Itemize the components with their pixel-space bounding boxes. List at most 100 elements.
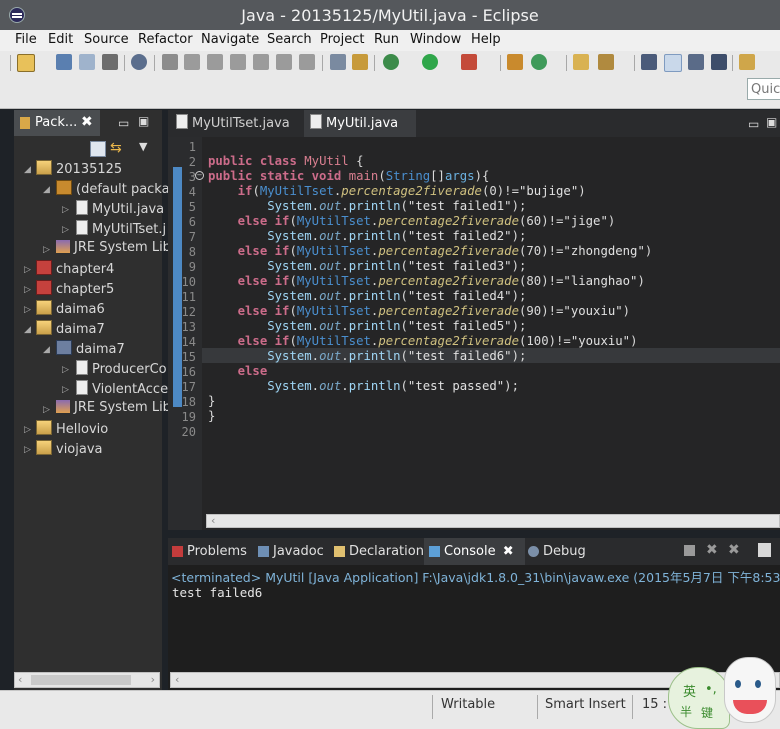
menu-edit[interactable]: Edit: [48, 32, 73, 47]
tree-item-project[interactable]: 20135125: [36, 160, 122, 180]
print-icon[interactable]: [102, 54, 118, 70]
tree-item-java-file[interactable]: ProducerCo: [76, 360, 167, 380]
ime-punct-icon[interactable]: •,: [705, 682, 717, 697]
tree-item-project[interactable]: chapter5: [36, 280, 114, 300]
mark-occurrences-icon[interactable]: [664, 54, 682, 72]
skip-breakpoints-icon[interactable]: [131, 54, 147, 70]
expand-twisty-icon[interactable]: ▷: [43, 245, 50, 255]
ime-width-label[interactable]: 半: [680, 703, 692, 720]
tree-item-java-file[interactable]: MyUtil.java: [76, 200, 164, 220]
expand-twisty-icon[interactable]: ▷: [24, 285, 31, 295]
drop-to-frame-icon[interactable]: [330, 54, 346, 70]
step-into-icon[interactable]: [253, 54, 269, 70]
link-editor-icon[interactable]: ⇆: [110, 140, 126, 156]
code-editor[interactable]: − 1 2 3 4 5 6 7 8 9 10 11 12 13 14 15 16…: [168, 137, 780, 530]
toggle-breadcrumb-icon[interactable]: [641, 54, 657, 70]
scroll-left-icon[interactable]: ‹: [211, 514, 215, 527]
menu-help[interactable]: Help: [471, 32, 501, 47]
annotation-icon[interactable]: [739, 54, 755, 70]
fold-icon[interactable]: −: [195, 171, 204, 180]
scroll-left-icon[interactable]: ‹: [18, 673, 22, 686]
use-step-filters-icon[interactable]: [352, 54, 368, 70]
terminate-icon[interactable]: [684, 545, 695, 556]
expand-twisty-icon[interactable]: ▷: [24, 445, 31, 455]
view-menu-icon[interactable]: ▼: [139, 140, 147, 153]
open-type-icon[interactable]: [573, 54, 589, 70]
run-icon[interactable]: [422, 54, 438, 70]
step-return-icon[interactable]: [299, 54, 315, 70]
close-icon[interactable]: ✖: [503, 544, 514, 559]
tree-item-project[interactable]: Hellovio: [36, 420, 108, 440]
package-explorer-scrollbar[interactable]: ‹ ›: [14, 672, 160, 688]
save-all-icon[interactable]: [79, 54, 95, 70]
expand-twisty-icon[interactable]: ▷: [43, 405, 50, 415]
expand-twisty-icon[interactable]: ▷: [62, 225, 69, 235]
block-selection-icon[interactable]: [688, 54, 704, 70]
tree-item-library[interactable]: JRE System Lib: [56, 400, 171, 420]
expand-twisty-icon[interactable]: ◢: [43, 185, 50, 195]
new-icon[interactable]: [17, 54, 35, 72]
scroll-left-icon[interactable]: ‹: [175, 673, 179, 686]
tab-myutil-java[interactable]: MyUtil.java ✖: [304, 110, 416, 158]
tab-console[interactable]: Console ✖: [424, 538, 525, 565]
new-package-icon[interactable]: [507, 54, 523, 70]
maximize-icon[interactable]: ▣: [766, 115, 777, 129]
tree-item-java-file[interactable]: ViolentAcce: [76, 380, 168, 400]
minimize-icon[interactable]: ▭: [118, 116, 129, 130]
menu-window[interactable]: Window: [410, 32, 461, 47]
tree-item-project[interactable]: viojava: [36, 440, 103, 460]
clear-console-icon[interactable]: [758, 543, 771, 557]
ime-mode-label[interactable]: 英: [683, 681, 696, 700]
collapse-all-icon[interactable]: [90, 141, 106, 157]
expand-twisty-icon[interactable]: ◢: [43, 345, 50, 355]
tree-item-package[interactable]: daima7: [56, 340, 125, 360]
tab-debug[interactable]: Debug: [528, 538, 586, 565]
ime-toolbar[interactable]: 英 •, 半 键: [660, 655, 780, 729]
menu-refactor[interactable]: Refactor: [138, 32, 193, 47]
suspend-icon[interactable]: [184, 54, 200, 70]
search-icon[interactable]: [598, 54, 614, 70]
scrollbar-thumb[interactable]: [31, 675, 131, 685]
show-whitespace-icon[interactable]: [711, 54, 727, 70]
expand-twisty-icon[interactable]: ▷: [24, 305, 31, 315]
expand-twisty-icon[interactable]: ▷: [62, 385, 69, 395]
remove-launch-icon[interactable]: ✖: [706, 542, 718, 558]
disconnect-icon[interactable]: [230, 54, 246, 70]
expand-twisty-icon[interactable]: ▷: [24, 265, 31, 275]
tree-item-project[interactable]: daima6: [36, 300, 105, 320]
ime-keyboard-label[interactable]: 键: [701, 704, 713, 721]
minimize-icon[interactable]: ▭: [748, 117, 759, 131]
expand-twisty-icon[interactable]: ◢: [24, 165, 31, 175]
menu-project[interactable]: Project: [320, 32, 364, 47]
tree-item-project[interactable]: daima7: [36, 320, 105, 340]
close-icon[interactable]: ✖: [81, 114, 93, 130]
quick-access-input[interactable]: Quick: [747, 78, 780, 100]
tree-item-library[interactable]: JRE System Lib: [56, 240, 171, 260]
menu-file[interactable]: File: [15, 32, 37, 47]
tab-declaration[interactable]: Declaration: [334, 538, 424, 565]
debug-run-icon[interactable]: [383, 54, 399, 70]
tree-item-java-file[interactable]: MyUtilTset.j: [76, 220, 166, 240]
resume-icon[interactable]: [162, 54, 178, 70]
expand-twisty-icon[interactable]: ▷: [62, 365, 69, 375]
terminate-icon[interactable]: [207, 54, 223, 70]
tab-problems[interactable]: Problems: [172, 538, 247, 565]
ime-panel[interactable]: 英 •, 半 键: [668, 667, 730, 729]
menu-search[interactable]: Search: [267, 32, 312, 47]
remove-all-icon[interactable]: ✖: [728, 542, 740, 558]
expand-twisty-icon[interactable]: ▷: [62, 205, 69, 215]
menu-source[interactable]: Source: [84, 32, 129, 47]
tree-item-project[interactable]: chapter4: [36, 260, 114, 280]
save-icon[interactable]: [56, 54, 72, 70]
tab-javadoc[interactable]: Javadoc: [258, 538, 324, 565]
scroll-right-icon[interactable]: ›: [151, 673, 155, 686]
expand-twisty-icon[interactable]: ▷: [24, 425, 31, 435]
tab-myutiltset-java[interactable]: MyUtilTset.java: [174, 110, 304, 137]
tree-item-package[interactable]: (default packa: [56, 180, 170, 200]
menu-navigate[interactable]: Navigate: [201, 32, 259, 47]
new-class-icon[interactable]: [531, 54, 547, 70]
step-over-icon[interactable]: [276, 54, 292, 70]
expand-twisty-icon[interactable]: ◢: [24, 325, 31, 335]
tab-package-explorer[interactable]: Pack... ✖: [14, 110, 100, 136]
maximize-icon[interactable]: ▣: [138, 114, 149, 128]
